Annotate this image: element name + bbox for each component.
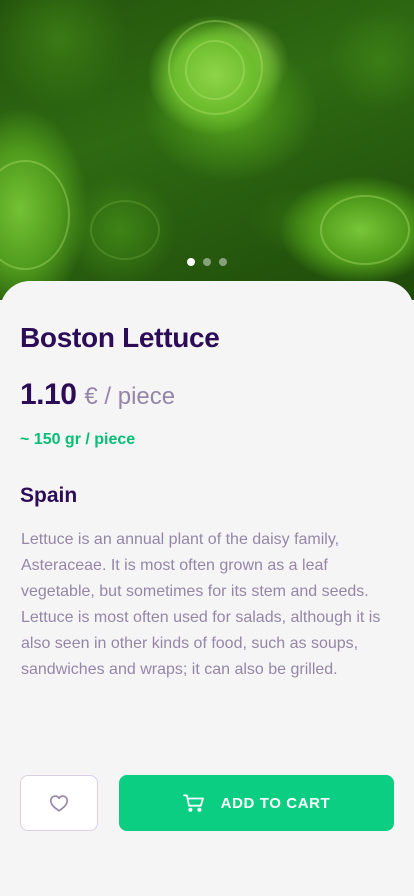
price-unit: € / piece	[84, 383, 176, 410]
favorite-button[interactable]	[20, 775, 98, 831]
product-title: Boston Lettuce	[20, 322, 220, 353]
carousel-dot-2[interactable]	[203, 258, 211, 266]
carousel-indicator[interactable]	[0, 258, 414, 266]
price-row: 1.10 € / piece	[20, 378, 175, 412]
heart-icon	[49, 794, 69, 812]
add-to-cart-label: ADD TO CART	[220, 794, 331, 812]
product-price: 1.10	[20, 378, 77, 411]
product-origin: Spain	[20, 484, 78, 507]
carousel-dot-3[interactable]	[219, 258, 227, 266]
add-to-cart-button[interactable]: ADD TO CART	[119, 775, 394, 831]
product-image	[0, 0, 414, 300]
product-description: Lettuce is an annual plant of the daisy …	[21, 531, 381, 678]
carousel-dot-1[interactable]	[187, 258, 195, 266]
cart-icon	[182, 794, 205, 812]
product-weight: ~ 150 gr / piece	[20, 431, 136, 448]
